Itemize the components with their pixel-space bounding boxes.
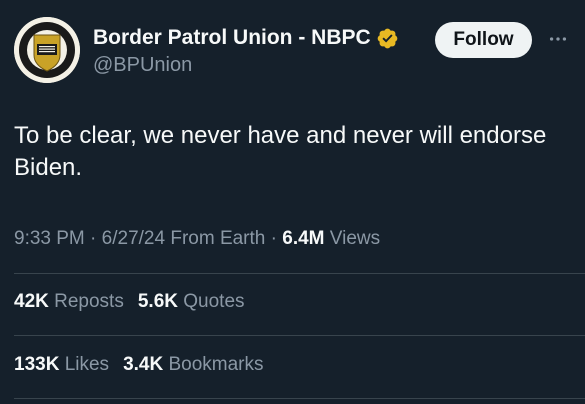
author-names: Border Patrol Union - NBPC @BPUnion (93, 24, 399, 77)
more-horizontal-icon (549, 37, 567, 41)
likes-link[interactable]: 133K Likes (14, 354, 109, 375)
engagement-row-2: 133K Likes 3.4K Bookmarks (14, 354, 264, 376)
tweet-meta: 9:33 PM · 6/27/24 From Earth · 6.4M View… (14, 228, 380, 250)
quotes-link[interactable]: 5.6K Quotes (138, 291, 245, 312)
bookmarks-label: Bookmarks (163, 354, 264, 375)
views-count: 6.4M (282, 228, 325, 249)
reposts-label: Reposts (48, 291, 124, 312)
tweet-time[interactable]: 9:33 PM (14, 228, 85, 249)
tweet-header: Border Patrol Union - NBPC @BPUnion Foll… (14, 17, 571, 87)
views-label: Views (324, 228, 381, 249)
display-name-row: Border Patrol Union - NBPC (93, 24, 399, 52)
quotes-count: 5.6K (137, 291, 178, 312)
verified-badge-icon[interactable] (376, 27, 399, 50)
likes-label: Likes (59, 354, 110, 375)
divider (14, 398, 585, 399)
quotes-label: Quotes (177, 291, 245, 312)
avatar[interactable] (14, 17, 80, 83)
union-badge-logo-icon (14, 17, 80, 83)
tweet-source: From Earth (165, 228, 266, 249)
author-display-name[interactable]: Border Patrol Union - NBPC (93, 26, 371, 50)
more-options-button[interactable] (544, 25, 572, 53)
tweet-date[interactable]: 6/27/24 (102, 228, 165, 249)
divider (14, 273, 585, 274)
reposts-count: 42K (14, 291, 49, 312)
engagement-row-1: 42K Reposts 5.6K Quotes (14, 291, 245, 313)
meta-separator: · (265, 228, 283, 249)
meta-separator: · (84, 228, 102, 249)
bookmarks-link[interactable]: 3.4K Bookmarks (123, 354, 263, 375)
divider (14, 335, 585, 336)
author-handle[interactable]: @BPUnion (93, 54, 399, 77)
bookmarks-count: 3.4K (123, 354, 164, 375)
tweet-detail: Border Patrol Union - NBPC @BPUnion Foll… (0, 0, 585, 404)
follow-button[interactable]: Follow (435, 22, 532, 58)
reposts-link[interactable]: 42K Reposts (14, 291, 124, 312)
tweet-text: To be clear, we never have and never wil… (14, 122, 547, 181)
likes-count: 133K (14, 354, 60, 375)
